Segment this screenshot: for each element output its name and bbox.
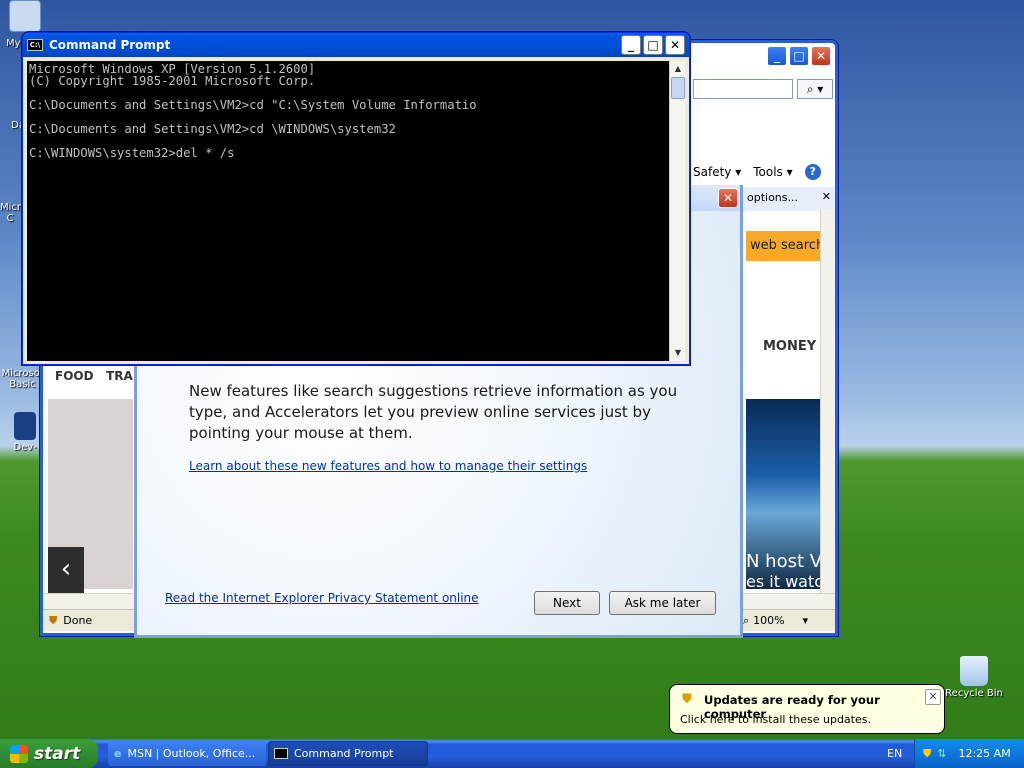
console-icon — [274, 748, 288, 759]
close-button[interactable]: ✕ — [811, 46, 831, 66]
close-button[interactable]: ✕ — [665, 35, 685, 55]
search-button[interactable]: ⌕ ▾ — [797, 79, 833, 99]
close-icon[interactable]: ✕ — [822, 190, 831, 203]
tools-menu[interactable]: Tools ▾ — [753, 165, 792, 179]
language-indicator[interactable]: EN — [887, 747, 902, 760]
web-search-bar[interactable]: web search — [746, 231, 820, 261]
carousel-prev-button[interactable]: ‹ — [48, 547, 84, 593]
start-label: start — [34, 743, 81, 764]
maximize-button[interactable]: □ — [789, 46, 809, 66]
ie-search-box[interactable] — [693, 79, 793, 99]
desktop-icon-label: Recycle Bin — [945, 688, 1003, 699]
cmd-title-bar[interactable]: C:\ Command Prompt _ □ ✕ — [23, 33, 689, 57]
food-nav[interactable]: FOOD TRA — [55, 369, 133, 383]
console-icon: C:\ — [27, 39, 43, 51]
desktop-icon-my-computer[interactable]: My — [0, 0, 50, 49]
minimize-button[interactable]: _ — [767, 46, 787, 66]
safety-menu[interactable]: Safety ▾ — [693, 165, 741, 179]
desktop-icon-microsoft-basic[interactable]: Microsof Basic — [0, 368, 45, 390]
updates-balloon[interactable]: ⛊ Updates are ready for your computer Cl… — [669, 684, 945, 734]
ie-tab-options[interactable]: options... ✕ — [743, 187, 835, 211]
status-text: Done — [63, 614, 93, 627]
command-prompt-window[interactable]: C:\ Command Prompt _ □ ✕ Microsoft Windo… — [22, 32, 690, 365]
scroll-thumb[interactable] — [671, 77, 685, 99]
privacy-statement-link[interactable]: Read the Internet Explorer Privacy State… — [165, 591, 479, 605]
chevron-down-icon: ▾ — [802, 613, 809, 627]
next-button[interactable]: Next — [534, 591, 600, 615]
start-button[interactable]: start — [0, 739, 98, 768]
windows-logo-icon — [10, 744, 28, 763]
security-shield-icon[interactable]: ⛊ — [923, 747, 931, 761]
search-icon: ⌕ ▾ — [806, 82, 824, 96]
system-tray: ⛊ ⇅ 12:25 AM — [914, 739, 1024, 768]
taskbar: start e MSN | Outlook, Office... Command… — [0, 739, 1024, 768]
shield-icon: ⛊ — [49, 613, 58, 627]
scroll-down-icon[interactable]: ▼ — [671, 346, 685, 360]
maximize-button[interactable]: □ — [643, 35, 663, 55]
taskbar-item-msn[interactable]: e MSN | Outlook, Office... — [108, 741, 266, 766]
dev-cpp-icon — [14, 412, 36, 440]
clock[interactable]: 12:25 AM — [958, 747, 1010, 760]
desktop-icon-label: My — [6, 38, 21, 49]
chevron-left-icon: ‹ — [60, 554, 72, 584]
recycle-bin-icon — [960, 656, 988, 686]
features-description: New features like search suggestions ret… — [189, 382, 678, 442]
desktop-icon-dev[interactable]: Dev- — [10, 412, 40, 453]
ask-me-later-button[interactable]: Ask me later — [609, 591, 716, 615]
security-shield-icon: ⛊ — [682, 692, 692, 707]
scroll-up-icon[interactable]: ▲ — [671, 62, 685, 76]
zoom-icon: ⌕ — [743, 613, 750, 627]
help-icon[interactable]: ? — [804, 164, 821, 180]
learn-more-link[interactable]: Learn about these new features and how t… — [189, 459, 587, 473]
setup-close-button[interactable]: ✕ — [718, 188, 738, 208]
news-headline[interactable]: N host V es it watc — [746, 551, 820, 591]
balloon-close-button[interactable]: ✕ — [925, 689, 941, 705]
desktop-icon-recycle-bin[interactable]: Recycle Bin — [942, 656, 1006, 699]
taskbar-item-command-prompt[interactable]: Command Prompt — [268, 741, 428, 766]
desktop-icon-label: Microsof Basic — [1, 368, 44, 390]
desktop-icon-label: Dev- — [13, 442, 37, 453]
minimize-button[interactable]: _ — [621, 35, 641, 55]
ie-command-bar: Safety ▾ Tools ▾ ? — [693, 161, 838, 183]
cmd-scrollbar[interactable]: ▲ ▼ — [669, 61, 685, 361]
ie-title-buttons: _ □ ✕ — [765, 46, 831, 66]
zoom-control[interactable]: ⌕ 100% ▾ — [743, 614, 808, 628]
money-nav[interactable]: MONEY — [763, 339, 816, 354]
network-icon[interactable]: ⇅ — [937, 747, 946, 760]
window-title: Command Prompt — [49, 38, 171, 52]
ie-vertical-scrollbar[interactable] — [820, 209, 835, 593]
console-output[interactable]: Microsoft Windows XP [Version 5.1.2600] … — [27, 61, 669, 361]
desktop-icon-label: Micro C — [0, 202, 27, 224]
ie-icon: e — [114, 747, 122, 760]
balloon-message[interactable]: Click here to install these updates. — [680, 713, 871, 726]
computer-icon — [9, 0, 41, 32]
